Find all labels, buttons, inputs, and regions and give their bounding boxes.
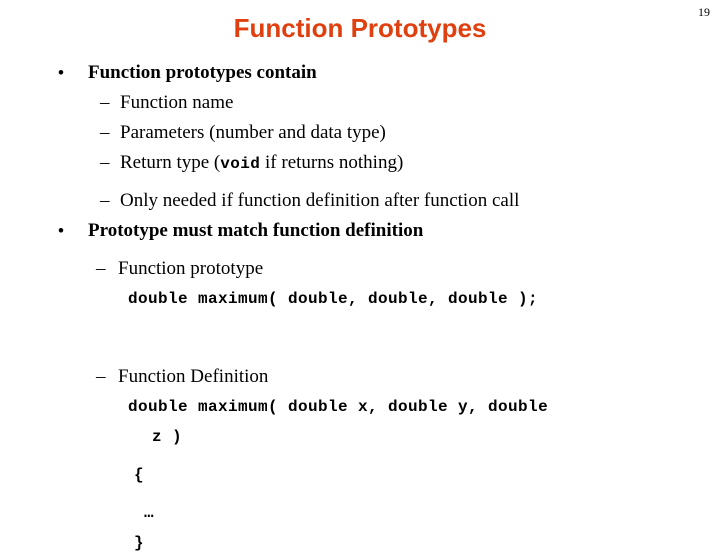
code-line-prototype: double maximum( double, double, double )… [128, 290, 539, 308]
list-item-label: Only needed if function definition after… [120, 190, 520, 211]
slide: 19 Function Prototypes • Function protot… [0, 0, 720, 552]
code-line-definition-cont: z ) [152, 428, 183, 446]
list-item: – Function prototype [0, 254, 720, 284]
list-item-label: Function name [120, 92, 234, 113]
list-item: – Function name [0, 88, 720, 118]
list-item-label: Prototype must match function definition [88, 220, 424, 241]
dash-icon: – [100, 92, 110, 113]
list-item: – Return type (void if returns nothing) [0, 148, 720, 178]
dash-icon: – [100, 122, 110, 143]
list-item: • Function prototypes contain [0, 58, 720, 88]
list-item-label: Function prototype [118, 258, 264, 279]
dash-icon: – [100, 190, 110, 211]
page-title: Function Prototypes [233, 13, 487, 43]
list-item-label-prefix: Return type ( [120, 152, 221, 173]
list-item: – Only needed if function definition aft… [0, 186, 720, 216]
dash-icon: – [96, 258, 106, 279]
list-item-label: Parameters (number and data type) [120, 122, 386, 143]
code-line-open-brace: { [134, 466, 145, 484]
list-item: – Function Definition [0, 362, 720, 392]
list-item: • Prototype must match function definiti… [0, 216, 720, 246]
list-item-label: Function Definition [118, 366, 269, 387]
code-line-ellipsis: … [144, 504, 155, 522]
code-line-close-brace: } [134, 534, 145, 552]
inline-code-void: void [220, 155, 261, 173]
code-line-definition: double maximum( double x, double y, doub… [128, 398, 549, 416]
list-item-label-suffix: if returns nothing) [260, 152, 404, 173]
bullet-icon: • [58, 221, 64, 240]
list-item: – Parameters (number and data type) [0, 118, 720, 148]
dash-icon: – [96, 366, 106, 387]
dash-icon: – [100, 152, 110, 173]
slide-body: • Function prototypes contain – Function… [0, 58, 720, 558]
list-item-label: Function prototypes contain [88, 62, 317, 83]
bullet-icon: • [58, 63, 64, 82]
